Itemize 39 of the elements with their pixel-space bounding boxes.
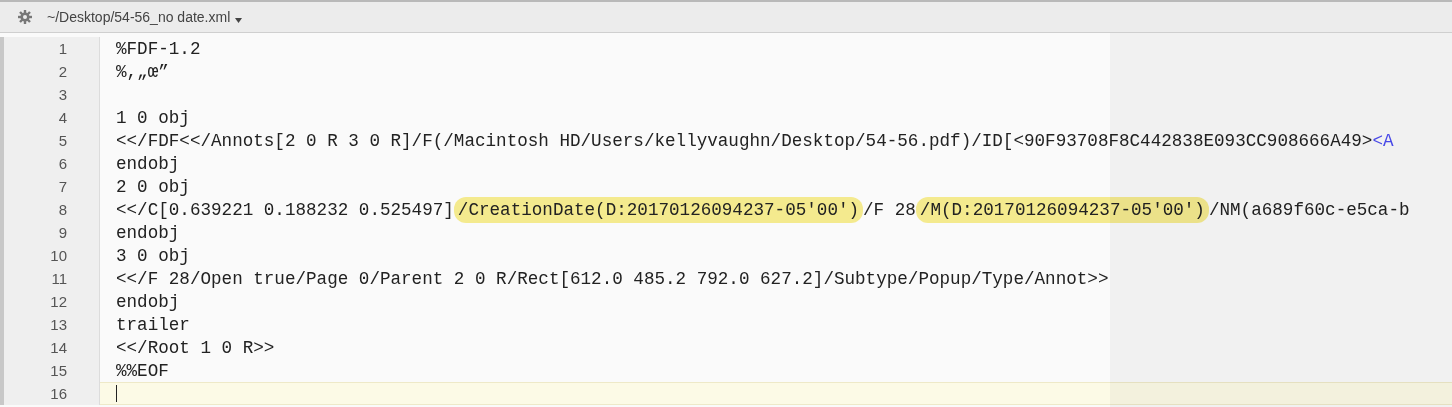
line-number: 15 xyxy=(0,359,100,382)
line-number: 5 xyxy=(0,129,100,152)
code-text: %FDF-1.2 xyxy=(116,38,201,59)
file-path[interactable]: ~/Desktop/54-56_no date.xml xyxy=(47,9,231,25)
code-text: /F 28 xyxy=(863,199,916,220)
highlighted-code: /CreationDate(D:20170126094237-05'00') xyxy=(453,196,864,223)
line-number: 4 xyxy=(0,106,100,129)
line-number: 8 xyxy=(0,198,100,221)
line-number: 13 xyxy=(0,313,100,336)
line-number: 16 xyxy=(0,382,100,405)
line-number: 7 xyxy=(0,175,100,198)
code-text: endobj xyxy=(116,291,180,312)
code-text: <</C[0.639221 0.188232 0.525497] xyxy=(116,199,454,220)
code-text: 3 0 obj xyxy=(116,245,190,266)
settings-icon[interactable] xyxy=(17,9,33,25)
code-text: endobj xyxy=(116,222,180,243)
code-text: <A xyxy=(1372,130,1394,151)
line-number: 14 xyxy=(0,336,100,359)
line-number: 11 xyxy=(0,267,100,290)
line-number: 6 xyxy=(0,152,100,175)
code-text: 2 0 obj xyxy=(116,176,190,197)
line-number: 10 xyxy=(0,244,100,267)
code-text: <</F 28/Open true/Page 0/Parent 2 0 R/Rect[612.0 485.2 792.0 627.2]/Subtype/Popup/Type/Annot>> xyxy=(116,268,1109,289)
code-text: %,„œ” xyxy=(116,61,169,82)
line-number: 3 xyxy=(0,83,100,106)
code-text: <</Root 1 0 R>> xyxy=(116,337,275,358)
line-number: 2 xyxy=(0,60,100,83)
code-text: %%EOF xyxy=(116,360,169,381)
line-number: 1 xyxy=(0,37,100,60)
code-text: <</FDF<</Annots[2 0 R 3 0 R]/F(/Macintosh HD/Users/kellyvaughn/Desktop/54-56.pdf)/ID[<90F93708F8C442838E093CC908666A49> xyxy=(116,130,1373,151)
line-number: 12 xyxy=(0,290,100,313)
text-cursor xyxy=(116,385,117,402)
code-text: /NM(a689f60c-e5ca-b xyxy=(1208,199,1410,220)
code-text: trailer xyxy=(116,314,190,335)
highlighted-code: /M(D:20170126094237-05'00') xyxy=(915,196,1209,223)
line-number: 9 xyxy=(0,221,100,244)
code-text: 1 0 obj xyxy=(116,107,190,128)
code-text: endobj xyxy=(116,153,180,174)
caret-icon[interactable] xyxy=(235,17,243,23)
